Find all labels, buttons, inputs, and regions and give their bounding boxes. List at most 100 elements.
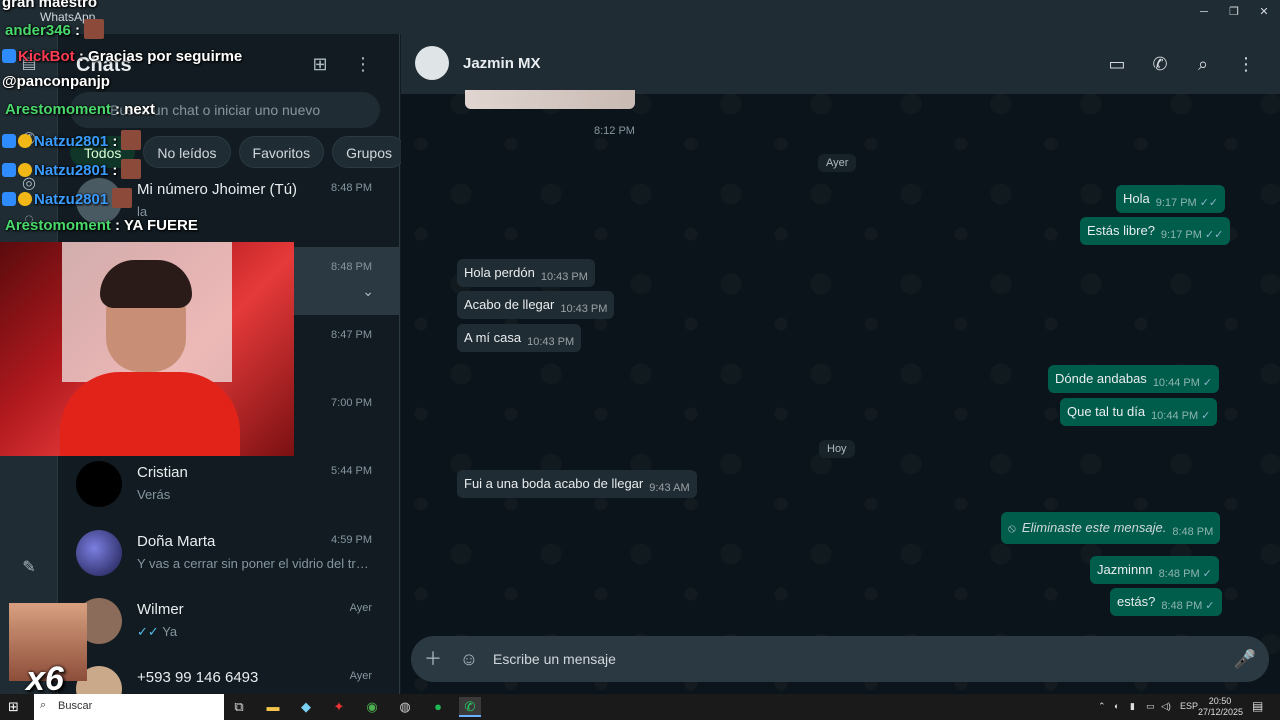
obs-icon[interactable]: ◍	[394, 697, 416, 717]
overlay-chat-line: Natzu2801 :	[2, 130, 142, 150]
conversation-panel: Jazmin MX ▭ ✆ ⌕ ⋮ 8:12 PM Ayer Hola 9:17 …	[401, 34, 1280, 694]
voice-call-icon[interactable]: ✆	[1146, 50, 1174, 78]
day-divider: Ayer	[818, 154, 857, 172]
contact-avatar[interactable]	[415, 46, 449, 80]
message-bubble-out[interactable]: Hola 9:17 PM ✓✓	[1116, 185, 1226, 213]
task-view-icon[interactable]: ⧉	[228, 697, 250, 717]
tray-chevron-icon[interactable]: ⌃	[1098, 701, 1106, 712]
chat-row[interactable]: Doña Marta Y vas a cerrar sin poner el v…	[58, 520, 400, 588]
message-bubble-in[interactable]: Acabo de llegar 10:43 PM	[457, 291, 615, 319]
chat-name: Doña Marta	[137, 533, 216, 550]
avatar	[76, 530, 122, 576]
overlay-top-text: gran maestro	[2, 0, 98, 11]
delivered-icon: ✓	[1205, 600, 1215, 612]
message-bubble-in[interactable]: Fui a una boda acabo de llegar 9:43 AM	[457, 470, 697, 498]
chat-time: 4:59 PM	[331, 534, 372, 546]
app-icon[interactable]: ✦	[328, 697, 350, 717]
window-titlebar: WhatsApp ─ ❐ ✕	[0, 0, 1280, 34]
message-composer: ＋ ☺ 🎤	[411, 636, 1269, 682]
taskbar-search[interactable]: ⌕ Buscar	[34, 694, 224, 720]
chat-time: 5:44 PM	[331, 465, 372, 477]
webcam-overlay	[0, 242, 294, 456]
chat-preview: Y vas a cerrar sin poner el vidrio del t…	[137, 556, 369, 571]
chat-preview: ✓✓ Ya	[137, 624, 178, 639]
chat-time: 8:47 PM	[331, 329, 372, 341]
search-icon: ⌕	[40, 699, 47, 711]
volume-icon[interactable]: ◁)	[1161, 701, 1171, 712]
chat-row[interactable]: Wilmer ✓✓ Ya Ayer	[58, 588, 400, 656]
chat-name: +593 99 146 6493	[137, 669, 259, 686]
message-bubble-out[interactable]: Dónde andabas 10:44 PM ✓	[1048, 365, 1220, 393]
sticker-icon[interactable]: ☺	[457, 647, 481, 671]
close-icon[interactable]: ✕	[1252, 4, 1276, 20]
search-icon[interactable]: ⌕	[1189, 50, 1217, 78]
image-thumbnail	[465, 90, 635, 109]
maximize-icon[interactable]: ❐	[1222, 4, 1246, 20]
blocked-icon: ⦸	[1008, 521, 1016, 535]
message-bubble-in[interactable]: Hola perdón 10:43 PM	[457, 259, 595, 287]
badge-icon	[2, 134, 16, 148]
contact-name[interactable]: Jazmin MX	[463, 55, 541, 72]
delivered-icon: ✓	[1202, 568, 1212, 580]
video-call-icon[interactable]: ▭	[1103, 50, 1131, 78]
taskbar-search-label: Buscar	[58, 700, 93, 712]
badge-icon	[2, 49, 16, 63]
read-receipt-icon: ✓✓	[1204, 229, 1224, 241]
overlay-chat-line: Arestomoment : next	[5, 101, 156, 118]
chat-row[interactable]: Cristian Verás 5:44 PM	[58, 451, 400, 519]
image-message[interactable]	[465, 90, 635, 109]
microphone-icon[interactable]: 🎤	[1233, 647, 1257, 671]
message-time: 8:12 PM	[594, 125, 635, 137]
menu-button[interactable]: ⋮	[349, 50, 377, 78]
new-chat-button[interactable]: ⊞	[306, 50, 334, 78]
chat-time: Ayer	[349, 670, 372, 682]
filter-chip-unread[interactable]: No leídos	[143, 136, 231, 168]
message-bubble-out[interactable]: estás? 8:48 PM ✓	[1110, 588, 1222, 616]
settings-edit-icon[interactable]: ✎	[17, 556, 41, 580]
screen: WhatsApp ─ ❐ ✕ ▤ ✆ ◎ ◌ ✎ Chats ⊞ ⋮ ⌕ Tod…	[0, 0, 1280, 720]
emote-icon	[121, 159, 142, 179]
chat-name: Mi número Jhoimer (Tú)	[137, 181, 298, 198]
attach-plus-icon[interactable]: ＋	[421, 647, 445, 671]
avatar	[76, 461, 122, 507]
overlay-chat-line: Arestomoment : YA FUERE	[5, 217, 198, 234]
chat-header[interactable]: Jazmin MX ▭ ✆ ⌕ ⋮	[401, 34, 1280, 94]
filter-chip-groups[interactable]: Grupos	[332, 136, 407, 168]
emote-icon	[121, 130, 142, 150]
deleted-message-bubble[interactable]: ⦸ Eliminaste este mensaje. 8:48 PM	[1001, 512, 1221, 544]
notifications-icon[interactable]: ▤	[1252, 699, 1263, 713]
network-icon[interactable]: ▭	[1146, 701, 1155, 712]
taskbar: ⊞ ⌕ Buscar ⧉ ▬ ◆ ✦ ◉ ◍ ● ✆ ⌃ ◐ ▮ ▭ ◁) ES…	[0, 694, 1280, 720]
overlay-chat-line: ander346 :	[5, 19, 105, 39]
file-explorer-icon[interactable]: ▬	[262, 697, 284, 717]
badge-icon	[18, 134, 32, 148]
day-divider: Hoy	[819, 440, 855, 458]
emote-icon	[112, 188, 133, 208]
chat-time: 7:00 PM	[331, 397, 372, 409]
language-indicator[interactable]: ESP	[1180, 701, 1198, 711]
message-bubble-out[interactable]: Jazminnn 8:48 PM ✓	[1090, 556, 1219, 584]
chrome-icon[interactable]: ◉	[361, 697, 383, 717]
spotify-icon[interactable]: ●	[427, 697, 449, 717]
message-bubble-out[interactable]: Que tal tu día 10:44 PM ✓	[1060, 398, 1218, 426]
read-receipt-icon: ✓✓	[1199, 197, 1219, 209]
filter-chip-favorites[interactable]: Favoritos	[238, 136, 325, 168]
chat-name: Cristian	[137, 464, 188, 481]
more-options-icon[interactable]: ⋮	[1232, 50, 1260, 78]
webcam-person	[60, 372, 240, 456]
clock[interactable]: 20:50 27/12/2025	[1198, 696, 1243, 718]
tray-icon[interactable]: ◐	[1114, 701, 1119, 711]
chat-time: 8:48 PM	[331, 261, 372, 273]
chevron-down-icon[interactable]: ⌄	[362, 283, 374, 300]
app-icon[interactable]: ◆	[295, 697, 317, 717]
whatsapp-icon[interactable]: ✆	[459, 697, 481, 717]
microphone-tray-icon[interactable]: ▮	[1130, 701, 1135, 712]
delivered-icon: ✓	[1201, 410, 1211, 422]
minimize-icon[interactable]: ─	[1192, 4, 1216, 20]
message-bubble-in[interactable]: A mí casa 10:43 PM	[457, 324, 582, 352]
overlay-chat-line: @panconpanjp	[2, 73, 110, 90]
windows-start-icon[interactable]: ⊞	[8, 699, 24, 715]
message-bubble-out[interactable]: Estás libre? 9:17 PM ✓✓	[1080, 217, 1231, 245]
badge-icon	[2, 192, 16, 206]
message-input[interactable]	[493, 636, 1213, 682]
